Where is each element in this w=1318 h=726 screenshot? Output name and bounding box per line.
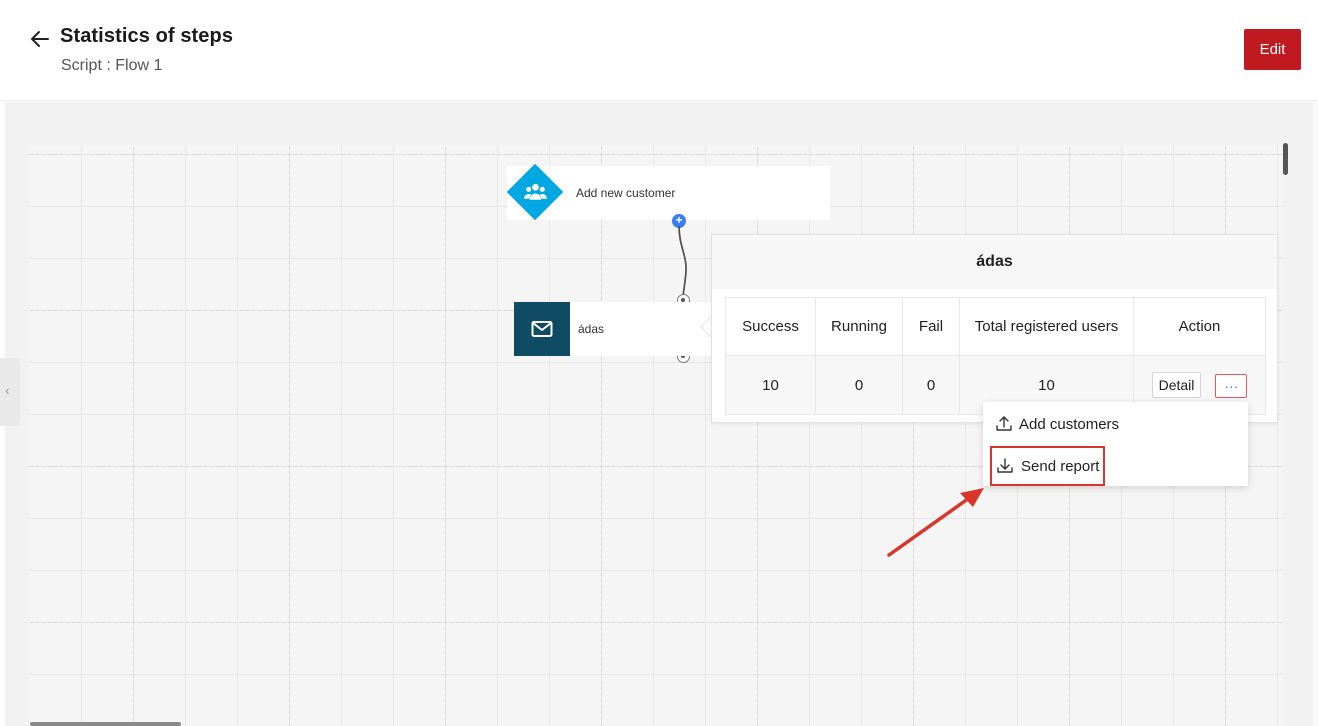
action-dropdown-menu: Add customers Send report [983, 402, 1248, 486]
page-header: Statistics of steps Script : Flow 1 Edit [0, 0, 1318, 101]
edit-button[interactable]: Edit [1244, 29, 1301, 70]
back-arrow-icon[interactable] [28, 27, 52, 51]
menu-item-label: Send report [1021, 458, 1100, 475]
step-statistics-popup: ádas Success Running Fail Total register… [711, 234, 1278, 423]
email-step-node[interactable]: ádas [514, 302, 712, 356]
table-header-row: Success Running Fail Total registered us… [725, 297, 1266, 356]
statistics-table: Success Running Fail Total registered us… [725, 297, 1266, 415]
page-subtitle: Script : Flow 1 [61, 57, 163, 74]
cell-running: 0 [815, 355, 903, 415]
email-node-badge [514, 302, 570, 356]
popup-title: ádas [712, 235, 1277, 289]
trigger-node-label: Add new customer [576, 186, 676, 200]
detail-button[interactable]: Detail [1151, 371, 1202, 398]
column-header-success: Success [725, 297, 816, 356]
email-node-label: ádas [578, 322, 605, 336]
menu-item-send-report[interactable]: Send report [983, 445, 1248, 487]
vertical-scrollbar-thumb[interactable] [1283, 143, 1288, 175]
cell-success: 10 [725, 355, 816, 415]
collapse-panel-tab[interactable]: ‹ [0, 358, 20, 426]
flow-connector-line [678, 226, 687, 300]
chevron-left-icon: ‹ [5, 382, 10, 398]
users-icon [524, 183, 547, 200]
column-header-running: Running [815, 297, 903, 356]
mail-icon [531, 321, 553, 337]
page-title: Statistics of steps [60, 25, 234, 47]
vertical-scrollbar-track[interactable] [1313, 102, 1318, 726]
horizontal-scrollbar-thumb[interactable] [30, 722, 181, 726]
download-icon [997, 458, 1013, 473]
annotation-arrow [887, 488, 984, 557]
menu-item-add-customers[interactable]: Add customers [983, 403, 1248, 445]
menu-item-label: Add customers [1019, 416, 1120, 433]
add-new-customer-node[interactable]: Add new customer [506, 163, 830, 221]
upload-icon [996, 416, 1012, 431]
column-header-action: Action [1133, 297, 1266, 356]
more-options-button[interactable]: ··· [1215, 374, 1248, 399]
column-header-fail: Fail [902, 297, 960, 356]
column-header-total-users: Total registered users [959, 297, 1134, 356]
cell-fail: 0 [902, 355, 960, 415]
